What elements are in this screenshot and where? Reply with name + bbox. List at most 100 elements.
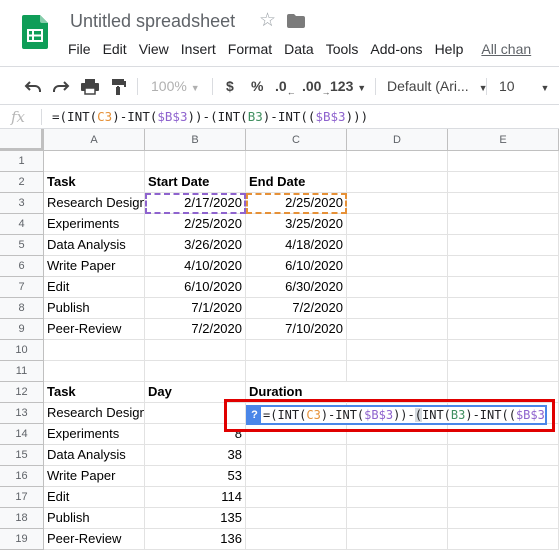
cell-b15[interactable]: 38 <box>145 445 246 466</box>
cell-b3[interactable]: 2/17/2020 <box>145 193 246 214</box>
font-family-select[interactable]: Default (Ari... ▼ <box>387 75 488 97</box>
cell-b8[interactable]: 7/1/2020 <box>145 298 246 319</box>
cell-a10[interactable] <box>44 340 145 361</box>
cell-a13[interactable]: Research Design <box>44 403 145 424</box>
redo-icon[interactable] <box>52 75 70 97</box>
cell-a4[interactable]: Experiments <box>44 214 145 235</box>
cell-c19[interactable] <box>246 529 347 550</box>
increase-decimal-button[interactable]: .00→ <box>302 75 330 97</box>
print-icon[interactable] <box>80 75 100 97</box>
menu-help[interactable]: Help <box>429 40 470 60</box>
cell-d11[interactable] <box>347 361 448 382</box>
cell-e11[interactable] <box>448 361 559 382</box>
cell-a17[interactable]: Edit <box>44 487 145 508</box>
cell-e7[interactable] <box>448 277 559 298</box>
cell-a8[interactable]: Publish <box>44 298 145 319</box>
cell-d3[interactable] <box>347 193 448 214</box>
sheets-logo-icon[interactable] <box>22 15 48 49</box>
cell-e10[interactable] <box>448 340 559 361</box>
cell-d19[interactable] <box>347 529 448 550</box>
menu-edit[interactable]: Edit <box>97 40 133 60</box>
cell-c14[interactable] <box>246 424 347 445</box>
document-title[interactable]: Untitled spreadsheet <box>70 11 235 32</box>
cell-a18[interactable]: Publish <box>44 508 145 529</box>
cell-editor[interactable]: ? =(INT(C3)-INT($B$3))-(INT(B3)-INT(($B$… <box>246 405 547 425</box>
cell-b14[interactable]: 8 <box>145 424 246 445</box>
formula-input[interactable]: =(INT(C3)-INT($B$3))-(INT(B3)-INT(($B$3)… <box>52 109 368 124</box>
cell-c6[interactable]: 6/10/2020 <box>246 256 347 277</box>
cell-d18[interactable] <box>347 508 448 529</box>
cell-a5[interactable]: Data Analysis <box>44 235 145 256</box>
cell-c17[interactable] <box>246 487 347 508</box>
cell-e18[interactable] <box>448 508 559 529</box>
row-header-16[interactable]: 16 <box>0 466 44 487</box>
cell-b18[interactable]: 135 <box>145 508 246 529</box>
column-header-e[interactable]: E <box>448 129 559 151</box>
row-header-12[interactable]: 12 <box>0 382 44 403</box>
cell-a15[interactable]: Data Analysis <box>44 445 145 466</box>
cell-c10[interactable] <box>246 340 347 361</box>
cell-c1[interactable] <box>246 151 347 172</box>
currency-format-button[interactable]: $ <box>226 75 234 97</box>
cell-d8[interactable] <box>347 298 448 319</box>
cell-b11[interactable] <box>145 361 246 382</box>
menu-format[interactable]: Format <box>222 40 278 60</box>
cell-b12[interactable]: Day <box>145 382 246 403</box>
cell-d6[interactable] <box>347 256 448 277</box>
row-header-11[interactable]: 11 <box>0 361 44 382</box>
cell-c18[interactable] <box>246 508 347 529</box>
cell-d12[interactable] <box>347 382 448 403</box>
all-changes-link[interactable]: All chan <box>475 40 537 60</box>
menu-file[interactable]: File <box>62 40 97 60</box>
percent-format-button[interactable]: % <box>251 75 263 97</box>
row-header-19[interactable]: 19 <box>0 529 44 550</box>
star-icon[interactable]: ☆ <box>259 10 276 32</box>
cell-d15[interactable] <box>347 445 448 466</box>
paint-format-icon[interactable] <box>110 75 126 97</box>
cell-e6[interactable] <box>448 256 559 277</box>
cell-b2[interactable]: Start Date <box>145 172 246 193</box>
row-header-18[interactable]: 18 <box>0 508 44 529</box>
cell-b6[interactable]: 4/10/2020 <box>145 256 246 277</box>
row-header-17[interactable]: 17 <box>0 487 44 508</box>
cell-a12[interactable]: Task <box>44 382 145 403</box>
cell-a16[interactable]: Write Paper <box>44 466 145 487</box>
menu-tools[interactable]: Tools <box>320 40 365 60</box>
cell-b5[interactable]: 3/26/2020 <box>145 235 246 256</box>
cell-d1[interactable] <box>347 151 448 172</box>
row-header-6[interactable]: 6 <box>0 256 44 277</box>
cell-a19[interactable]: Peer-Review <box>44 529 145 550</box>
cell-a9[interactable]: Peer-Review <box>44 319 145 340</box>
cell-e19[interactable] <box>448 529 559 550</box>
row-header-9[interactable]: 9 <box>0 319 44 340</box>
menu-data[interactable]: Data <box>278 40 320 60</box>
cell-e12[interactable] <box>448 382 559 403</box>
cell-d17[interactable] <box>347 487 448 508</box>
cell-e16[interactable] <box>448 466 559 487</box>
row-header-13[interactable]: 13 <box>0 403 44 424</box>
cell-c4[interactable]: 3/25/2020 <box>246 214 347 235</box>
cell-d10[interactable] <box>347 340 448 361</box>
cell-e15[interactable] <box>448 445 559 466</box>
cell-b16[interactable]: 53 <box>145 466 246 487</box>
menu-add-ons[interactable]: Add-ons <box>364 40 428 60</box>
cell-c12[interactable]: Duration <box>246 382 347 403</box>
cell-d9[interactable] <box>347 319 448 340</box>
cell-e3[interactable] <box>448 193 559 214</box>
cell-b19[interactable]: 136 <box>145 529 246 550</box>
cell-b7[interactable]: 6/10/2020 <box>145 277 246 298</box>
cell-c7[interactable]: 6/30/2020 <box>246 277 347 298</box>
cell-a14[interactable]: Experiments <box>44 424 145 445</box>
row-header-2[interactable]: 2 <box>0 172 44 193</box>
cell-d4[interactable] <box>347 214 448 235</box>
cell-a2[interactable]: Task <box>44 172 145 193</box>
row-header-10[interactable]: 10 <box>0 340 44 361</box>
select-all-corner[interactable] <box>0 129 44 151</box>
row-header-1[interactable]: 1 <box>0 151 44 172</box>
cell-e1[interactable] <box>448 151 559 172</box>
row-header-3[interactable]: 3 <box>0 193 44 214</box>
cell-c15[interactable] <box>246 445 347 466</box>
formula-help-icon[interactable]: ? <box>248 407 261 423</box>
cell-c5[interactable]: 4/18/2020 <box>246 235 347 256</box>
cell-a6[interactable]: Write Paper <box>44 256 145 277</box>
